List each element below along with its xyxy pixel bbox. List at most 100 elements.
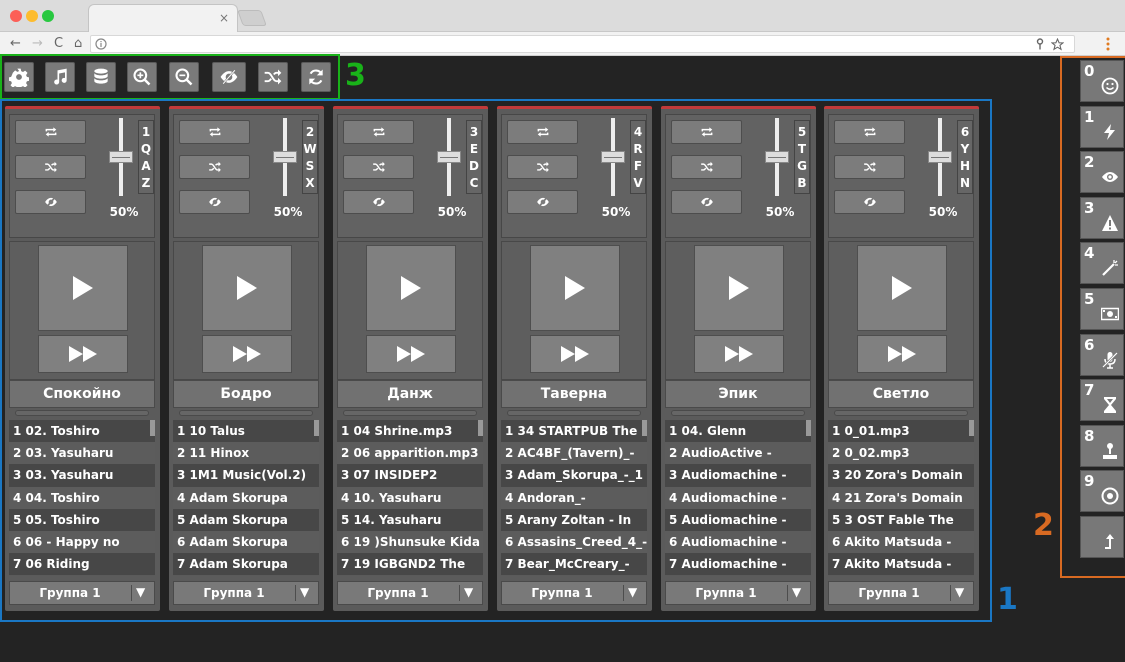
- repeat-button[interactable]: [834, 120, 905, 144]
- track-item[interactable]: 6 19 )Shunsuke Kida: [337, 530, 483, 554]
- tracklist-scrollbar[interactable]: [806, 420, 811, 436]
- next-track-button[interactable]: [202, 335, 292, 373]
- hide-button[interactable]: [179, 190, 250, 214]
- deck-name-button[interactable]: Данж: [337, 380, 483, 408]
- group-select[interactable]: Группа 1 ▼: [828, 581, 974, 605]
- track-item[interactable]: 3 07 INSIDEP2: [337, 464, 483, 487]
- track-item[interactable]: 2 06 apparition.mp3: [337, 442, 483, 465]
- side-button-up[interactable]: [1080, 516, 1124, 558]
- shuffle-button[interactable]: [258, 62, 288, 92]
- group-select[interactable]: Группа 1 ▼: [173, 581, 319, 605]
- track-item[interactable]: 7 Audiomachine -: [665, 553, 811, 576]
- repeat-button[interactable]: [507, 120, 578, 144]
- next-track-button[interactable]: [694, 335, 784, 373]
- shuffle-button[interactable]: [671, 155, 742, 179]
- track-item[interactable]: 7 Adam Skorupa: [173, 553, 319, 576]
- track-item[interactable]: 1 0_01.mp3: [828, 420, 974, 443]
- key-icon[interactable]: [1034, 38, 1046, 50]
- track-progress-bar[interactable]: [671, 410, 805, 416]
- track-item[interactable]: 7 19 IGBGND2 The: [337, 553, 483, 576]
- track-item[interactable]: 2 11 Hinox: [173, 442, 319, 465]
- side-button-9[interactable]: 9: [1080, 470, 1124, 513]
- track-item[interactable]: 1 10 Talus: [173, 420, 319, 443]
- track-item[interactable]: 2 03. Yasuharu: [9, 442, 155, 465]
- track-item[interactable]: 4 04. Toshiro: [9, 486, 155, 509]
- volume-slider-handle[interactable]: [109, 151, 133, 163]
- track-item[interactable]: 4 Andoran_-: [501, 486, 647, 509]
- volume-slider-handle[interactable]: [765, 151, 789, 163]
- play-button[interactable]: [857, 245, 947, 331]
- bookmark-star-icon[interactable]: [1051, 38, 1064, 51]
- track-progress-bar[interactable]: [343, 410, 477, 416]
- settings-button[interactable]: [4, 62, 34, 92]
- hide-button[interactable]: [671, 190, 742, 214]
- track-item[interactable]: 3 03. Yasuharu: [9, 464, 155, 487]
- volume-slider-handle[interactable]: [273, 151, 297, 163]
- shuffle-button[interactable]: [343, 155, 414, 179]
- tab-close-icon[interactable]: ×: [219, 11, 229, 25]
- tracklist-scrollbar[interactable]: [969, 420, 974, 436]
- track-item[interactable]: 3 Audiomachine -: [665, 464, 811, 487]
- group-select[interactable]: Группа 1 ▼: [337, 581, 483, 605]
- next-track-button[interactable]: [530, 335, 620, 373]
- side-button-7[interactable]: 7: [1080, 379, 1124, 422]
- track-item[interactable]: 5 3 OST Fable The: [828, 508, 974, 531]
- side-button-2[interactable]: 2: [1080, 151, 1124, 194]
- browser-tab[interactable]: ×: [88, 4, 238, 32]
- track-progress-bar[interactable]: [507, 410, 641, 416]
- track-item[interactable]: 1 34 STARTPUB The: [501, 420, 647, 443]
- next-track-button[interactable]: [38, 335, 128, 373]
- repeat-button[interactable]: [179, 120, 250, 144]
- track-item[interactable]: 4 10. Yasuharu: [337, 486, 483, 509]
- minimize-window-dot[interactable]: [26, 10, 38, 22]
- track-item[interactable]: 5 Arany Zoltan - In: [501, 508, 647, 531]
- next-track-button[interactable]: [366, 335, 456, 373]
- side-button-6[interactable]: 6: [1080, 333, 1124, 376]
- deck-name-button[interactable]: Эпик: [665, 380, 811, 408]
- track-item[interactable]: 4 21 Zora's Domain: [828, 486, 974, 509]
- next-track-button[interactable]: [857, 335, 947, 373]
- tracklist-scrollbar[interactable]: [314, 420, 319, 436]
- track-progress-bar[interactable]: [179, 410, 313, 416]
- address-input[interactable]: [90, 35, 1075, 53]
- side-button-5[interactable]: 5: [1080, 288, 1124, 330]
- hide-button[interactable]: [507, 190, 578, 214]
- shuffle-button[interactable]: [179, 155, 250, 179]
- track-item[interactable]: 6 Adam Skorupa: [173, 530, 319, 554]
- volume-slider-handle[interactable]: [437, 151, 461, 163]
- repeat-button[interactable]: [671, 120, 742, 144]
- maximize-window-dot[interactable]: [42, 10, 54, 22]
- menu-dots-icon[interactable]: [1106, 37, 1110, 51]
- track-item[interactable]: 1 04 Shrine.mp3: [337, 420, 483, 443]
- hide-button[interactable]: [15, 190, 86, 214]
- track-progress-bar[interactable]: [834, 410, 968, 416]
- zoom-out-button[interactable]: [169, 62, 199, 92]
- hide-button[interactable]: [212, 62, 246, 92]
- deck-name-button[interactable]: Таверна: [501, 380, 647, 408]
- play-button[interactable]: [366, 245, 456, 331]
- hide-button[interactable]: [343, 190, 414, 214]
- play-button[interactable]: [694, 245, 784, 331]
- music-button[interactable]: [45, 62, 75, 92]
- track-item[interactable]: 5 14. Yasuharu: [337, 508, 483, 531]
- tracklist-scrollbar[interactable]: [642, 420, 647, 436]
- track-item[interactable]: 7 Akito Matsuda -: [828, 553, 974, 576]
- track-item[interactable]: 1 02. Toshiro: [9, 420, 155, 443]
- track-item[interactable]: 4 Audiomachine -: [665, 486, 811, 509]
- side-button-1[interactable]: 1: [1080, 105, 1124, 148]
- play-button[interactable]: [530, 245, 620, 331]
- shuffle-button[interactable]: [507, 155, 578, 179]
- database-button[interactable]: [86, 62, 116, 92]
- track-item[interactable]: 3 20 Zora's Domain: [828, 464, 974, 487]
- play-button[interactable]: [202, 245, 292, 331]
- volume-slider-handle[interactable]: [601, 151, 625, 163]
- group-select[interactable]: Группа 1 ▼: [9, 581, 155, 605]
- group-select[interactable]: Группа 1 ▼: [665, 581, 811, 605]
- track-item[interactable]: 6 06 - Happy no: [9, 530, 155, 554]
- deck-name-button[interactable]: Бодро: [173, 380, 319, 408]
- hide-button[interactable]: [834, 190, 905, 214]
- reload-icon[interactable]: C: [54, 35, 63, 53]
- tracklist-scrollbar[interactable]: [150, 420, 155, 436]
- group-select[interactable]: Группа 1 ▼: [501, 581, 647, 605]
- shuffle-button[interactable]: [834, 155, 905, 179]
